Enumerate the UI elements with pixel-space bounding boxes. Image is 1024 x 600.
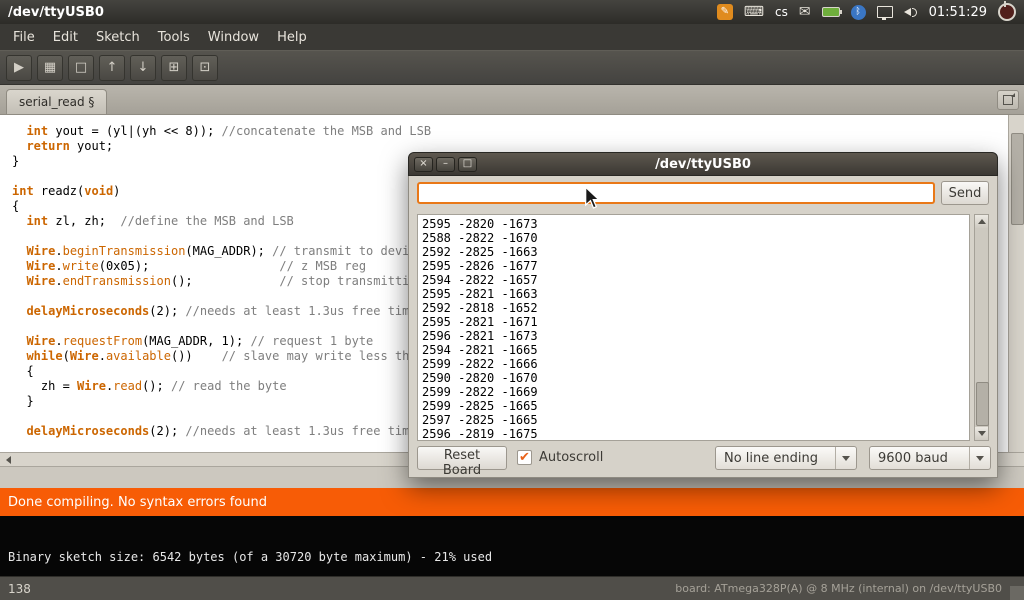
menu-sketch[interactable]: Sketch bbox=[87, 30, 149, 45]
new-sketch-button[interactable]: □ bbox=[68, 55, 94, 81]
serial-output-line: 2596 -2821 -1673 bbox=[422, 329, 965, 343]
board-info: board: ATmega328P(A) @ 8 MHz (internal) … bbox=[675, 582, 1016, 595]
baud-rate-select[interactable]: 9600 baud bbox=[869, 446, 991, 470]
power-icon[interactable] bbox=[998, 3, 1016, 21]
send-button[interactable]: Send bbox=[941, 181, 989, 205]
keyboard-icon[interactable]: ⌨ bbox=[744, 5, 764, 19]
footer-bar: 138 board: ATmega328P(A) @ 8 MHz (intern… bbox=[0, 576, 1024, 600]
clock[interactable]: 01:51:29 bbox=[929, 5, 987, 20]
autoscroll-checkbox[interactable]: ✔ bbox=[517, 450, 532, 465]
volume-icon[interactable] bbox=[904, 6, 918, 18]
baud-rate-value: 9600 baud bbox=[870, 451, 969, 466]
serial-output-line: 2597 -2825 -1665 bbox=[422, 413, 965, 427]
serial-monitor-titlebar[interactable]: ×–□ /dev/ttyUSB0 bbox=[408, 152, 998, 176]
serial-output-line: 2594 -2821 -1665 bbox=[422, 343, 965, 357]
tab-bar: serial_read § bbox=[0, 85, 1024, 115]
serial-output-line: 2599 -2825 -1665 bbox=[422, 399, 965, 413]
top-panel: /dev/ttyUSB0 ✎ ⌨ cs ✉ ᛒ 01:51:29 bbox=[0, 0, 1024, 24]
maximize-icon[interactable]: □ bbox=[458, 157, 477, 172]
console-text: Binary sketch size: 6542 bytes (of a 307… bbox=[8, 550, 492, 564]
indicator-area: ✎ ⌨ cs ✉ ᛒ 01:51:29 bbox=[717, 3, 1016, 21]
serial-monitor-title: /dev/ttyUSB0 bbox=[409, 157, 997, 172]
serial-monitor-body: Send 2595 -2820 -16732588 -2822 -1670259… bbox=[408, 176, 998, 478]
menu-file[interactable]: File bbox=[4, 30, 44, 45]
serial-output-scrollbar[interactable] bbox=[974, 214, 989, 441]
serial-output[interactable]: 2595 -2820 -16732588 -2822 -16702592 -28… bbox=[417, 214, 970, 441]
serial-output-line: 2599 -2822 -1666 bbox=[422, 357, 965, 371]
serial-monitor-button[interactable]: ⊡ bbox=[192, 55, 218, 81]
status-message: Done compiling. No syntax errors found bbox=[8, 495, 267, 510]
open-button[interactable]: ↑ bbox=[99, 55, 125, 81]
panel-indicators: ✎ ⌨ cs ✉ ᛒ bbox=[717, 4, 918, 20]
serial-output-line: 2599 -2822 -1669 bbox=[422, 385, 965, 399]
chevron-down-icon[interactable] bbox=[969, 447, 990, 469]
bluetooth-icon[interactable]: ᛒ bbox=[851, 5, 866, 20]
menubar: FileEditSketchToolsWindowHelp bbox=[0, 24, 1024, 50]
reset-board-button[interactable]: Reset Board bbox=[417, 446, 507, 470]
upload-button[interactable]: ⊞ bbox=[161, 55, 187, 81]
editor-vertical-scrollbar[interactable] bbox=[1008, 115, 1024, 452]
serial-monitor-controls: Reset Board ✔ Autoscroll No line ending … bbox=[409, 446, 997, 472]
stop-button[interactable]: ▦ bbox=[37, 55, 63, 81]
serial-input[interactable] bbox=[417, 182, 935, 204]
arduino-ide-screen: /dev/ttyUSB0 ✎ ⌨ cs ✉ ᛒ 01:51:29 FileEditSke… bbox=[0, 0, 1024, 600]
serial-output-line: 2596 -2819 -1675 bbox=[422, 427, 965, 441]
line-ending-value: No line ending bbox=[716, 451, 835, 466]
menu-edit[interactable]: Edit bbox=[44, 30, 87, 45]
keyboard-layout-indicator[interactable]: cs bbox=[775, 6, 788, 18]
serial-output-line: 2588 -2822 -1670 bbox=[422, 231, 965, 245]
tab-serial-read[interactable]: serial_read § bbox=[6, 89, 107, 114]
network-icon[interactable] bbox=[877, 6, 893, 18]
tab-menu-icon bbox=[1003, 95, 1013, 105]
toolbar: ▶▦□↑↓⊞⊡ bbox=[0, 50, 1024, 85]
scroll-down-icon[interactable] bbox=[975, 427, 988, 440]
serial-output-line: 2595 -2826 -1677 bbox=[422, 259, 965, 273]
menu-help[interactable]: Help bbox=[268, 30, 316, 45]
serial-output-line: 2592 -2825 -1663 bbox=[422, 245, 965, 259]
resize-grip[interactable] bbox=[1010, 586, 1024, 600]
line-ending-select[interactable]: No line ending bbox=[715, 446, 857, 470]
scroll-up-icon[interactable] bbox=[975, 215, 988, 228]
status-bar: Done compiling. No syntax errors found bbox=[0, 488, 1024, 516]
menu-tools[interactable]: Tools bbox=[149, 30, 199, 45]
menu-window[interactable]: Window bbox=[199, 30, 268, 45]
serial-monitor-window: ×–□ /dev/ttyUSB0 Send 2595 -2820 -167325… bbox=[408, 152, 998, 478]
mail-icon[interactable]: ✉ bbox=[799, 5, 811, 19]
scrollbar-thumb[interactable] bbox=[976, 382, 989, 426]
minimize-icon[interactable]: – bbox=[436, 157, 455, 172]
window-controls: ×–□ bbox=[414, 157, 480, 172]
serial-output-line: 2595 -2821 -1671 bbox=[422, 315, 965, 329]
notes-icon[interactable]: ✎ bbox=[717, 4, 733, 20]
serial-output-line: 2594 -2822 -1657 bbox=[422, 273, 965, 287]
chevron-down-icon[interactable] bbox=[835, 447, 856, 469]
serial-output-line: 2595 -2820 -1673 bbox=[422, 217, 965, 231]
tab-menu-button[interactable] bbox=[997, 90, 1019, 110]
cursor-line-number: 138 bbox=[8, 582, 31, 596]
close-icon[interactable]: × bbox=[414, 157, 433, 172]
battery-icon[interactable] bbox=[822, 7, 840, 17]
console-panel: Binary sketch size: 6542 bytes (of a 307… bbox=[0, 516, 1024, 576]
window-title: /dev/ttyUSB0 bbox=[8, 5, 104, 20]
serial-output-line: 2592 -2818 -1652 bbox=[422, 301, 965, 315]
scroll-left-icon[interactable] bbox=[0, 453, 16, 466]
tab-label: serial_read § bbox=[19, 95, 94, 109]
editor-vscroll-thumb[interactable] bbox=[1011, 133, 1024, 225]
verify-button[interactable]: ▶ bbox=[6, 55, 32, 81]
serial-output-line: 2595 -2821 -1663 bbox=[422, 287, 965, 301]
code-line: int yout = (yl|(yh << 8)); //concatenate… bbox=[12, 124, 1008, 139]
serial-output-line: 2590 -2820 -1670 bbox=[422, 371, 965, 385]
save-button[interactable]: ↓ bbox=[130, 55, 156, 81]
autoscroll-label: Autoscroll bbox=[539, 450, 603, 465]
